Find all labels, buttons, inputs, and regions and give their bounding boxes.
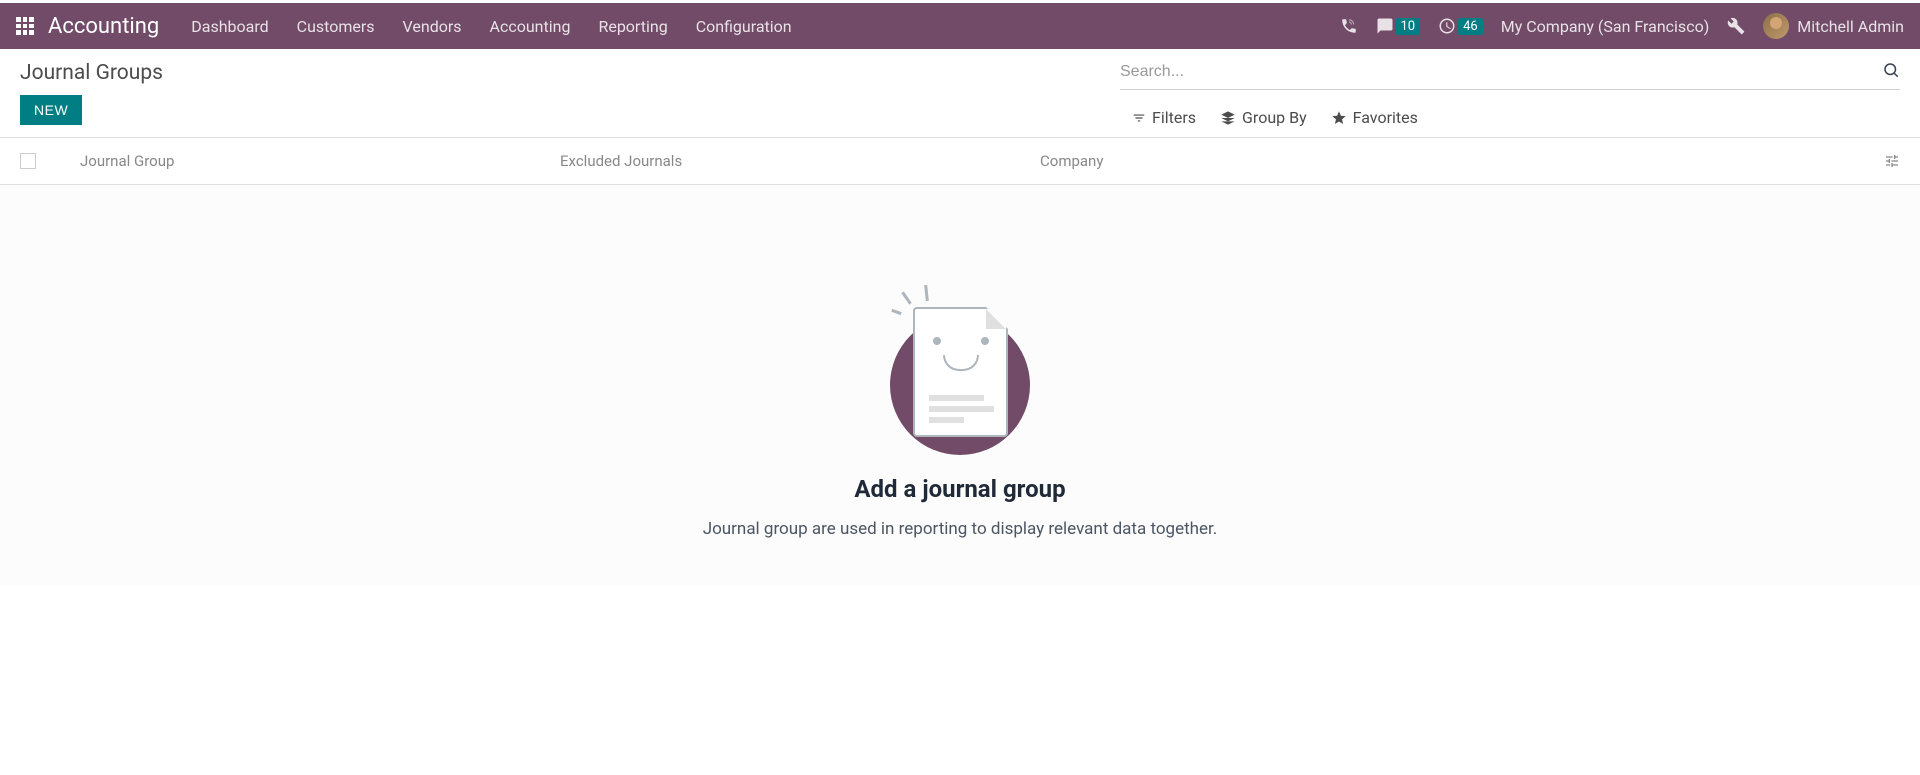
nav-item-reporting[interactable]: Reporting [598, 17, 667, 36]
groupby-button[interactable]: Group By [1220, 108, 1307, 127]
control-panel: Journal Groups NEW Filters Group By [0, 49, 1920, 138]
optional-columns-icon[interactable] [1870, 153, 1900, 169]
filters-button[interactable]: Filters [1132, 108, 1196, 127]
favorites-button[interactable]: Favorites [1331, 108, 1418, 127]
app-title[interactable]: Accounting [48, 14, 159, 39]
page-title: Journal Groups [20, 61, 163, 85]
empty-state: Add a journal group Journal group are us… [0, 185, 1920, 585]
user-avatar [1763, 13, 1789, 39]
select-all-checkbox[interactable] [20, 153, 36, 169]
filters-label: Filters [1152, 108, 1196, 127]
main-navbar: Accounting Dashboard Customers Vendors A… [0, 3, 1920, 49]
nav-item-configuration[interactable]: Configuration [696, 17, 792, 36]
nav-item-vendors[interactable]: Vendors [403, 17, 462, 36]
nav-item-accounting[interactable]: Accounting [490, 17, 571, 36]
column-header-journal-group[interactable]: Journal Group [80, 152, 560, 170]
messages-button[interactable]: 10 [1376, 17, 1421, 35]
debug-icon[interactable] [1727, 17, 1745, 35]
nav-menu: Dashboard Customers Vendors Accounting R… [191, 17, 1339, 36]
apps-menu-icon[interactable] [16, 17, 34, 35]
column-header-excluded-journals[interactable]: Excluded Journals [560, 152, 1040, 170]
groupby-label: Group By [1242, 108, 1307, 127]
new-button[interactable]: NEW [20, 95, 82, 125]
empty-state-title: Add a journal group [854, 475, 1065, 503]
nav-item-dashboard[interactable]: Dashboard [191, 17, 268, 36]
messages-badge: 10 [1396, 18, 1421, 35]
activities-badge: 46 [1458, 18, 1483, 35]
search-icon[interactable] [1882, 61, 1900, 83]
voip-icon[interactable] [1340, 17, 1358, 35]
column-header-company[interactable]: Company [1040, 152, 1870, 170]
empty-state-icon [875, 285, 1045, 455]
activities-button[interactable]: 46 [1438, 17, 1483, 35]
favorites-label: Favorites [1353, 108, 1418, 127]
nav-item-customers[interactable]: Customers [297, 17, 375, 36]
user-name-label: Mitchell Admin [1797, 17, 1904, 36]
company-switcher[interactable]: My Company (San Francisco) [1501, 17, 1710, 36]
list-header: Journal Group Excluded Journals Company [0, 138, 1920, 185]
user-menu[interactable]: Mitchell Admin [1763, 13, 1904, 39]
search-input[interactable] [1120, 61, 1882, 83]
empty-state-description: Journal group are used in reporting to d… [703, 519, 1218, 539]
